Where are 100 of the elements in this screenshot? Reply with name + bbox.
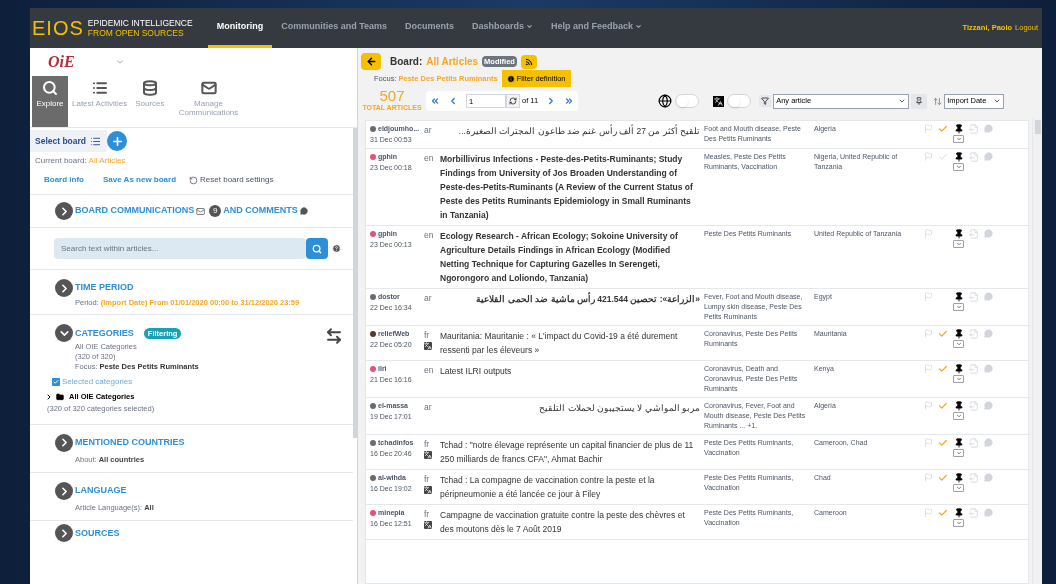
section-title[interactable]: TIME PERIOD [75,281,134,295]
comment-icon[interactable] [984,438,993,447]
back-button[interactable] [361,53,381,70]
export-icon[interactable] [969,124,979,134]
export-icon[interactable] [969,438,979,448]
translate-icon[interactable] [424,521,432,529]
add-button[interactable] [107,131,128,151]
article-title[interactable]: Campagne de vaccination gratuite contre la peste des chèvres et des moutons dès le 7 Août 2019 [440,508,700,536]
pin-filter-button[interactable] [911,93,928,109]
comment-icon[interactable] [984,473,993,482]
search-icon[interactable] [306,238,328,259]
flag-icon[interactable] [924,229,933,238]
check-icon[interactable] [938,438,948,448]
article-title[interactable]: Ecology Research - African Ecology; Sokoine University of Agriculture Details Findings in African Ecology (Modified Netting Technique for Capturing Gazelles In Serengeti, Ngorongoro and Loliondo, Tanzania) [440,229,700,285]
check-icon[interactable] [938,152,948,162]
section-title[interactable]: BOARD COMMUNICATIONS [75,204,195,218]
section-title[interactable]: SOURCES [75,526,120,540]
article-title[interactable]: Tchad : La compagne de vaccination contre la peste et la péripneumonie a été lancée ce jour à Filey [440,473,700,501]
caret-icon[interactable] [114,57,125,67]
comment-icon[interactable] [984,229,993,238]
flag-icon[interactable] [924,438,933,447]
expand-toggle-icon[interactable] [55,324,73,343]
flag-icon[interactable] [924,152,933,161]
pin-icon[interactable] [953,124,964,134]
export-icon[interactable] [969,152,979,162]
flag-icon[interactable] [924,473,933,482]
pin-icon[interactable] [953,329,964,339]
check-icon[interactable] [938,508,948,518]
rss-button[interactable] [520,54,537,69]
tree-expander-icon[interactable] [45,392,53,401]
translate-icon[interactable] [424,342,432,350]
pin-icon[interactable] [953,508,964,518]
comment-icon[interactable] [984,401,993,410]
nav-tab[interactable]: Explore [32,76,68,127]
refresh-button[interactable] [506,94,520,108]
comment-icon[interactable] [984,152,993,161]
expand-toggle-icon[interactable] [55,524,73,543]
pin-icon[interactable] [953,229,964,239]
search-field[interactable]: Search text within articles... [54,238,306,259]
expand-toggle-icon[interactable] [55,482,73,500]
section-title[interactable]: LANGUAGE [75,484,127,498]
comment-icon[interactable] [984,508,993,517]
check-icon[interactable] [938,473,948,483]
translate-icon[interactable] [424,486,432,494]
comment-icon[interactable] [984,329,993,338]
export-icon[interactable] [969,401,979,411]
sort-icon[interactable] [933,96,943,106]
pin-icon[interactable] [953,152,964,162]
scrollbar[interactable] [1032,118,1042,584]
flag-icon[interactable] [924,401,933,410]
flag-icon[interactable] [924,124,933,133]
pin-icon[interactable] [953,401,964,411]
toggle-switch[interactable] [727,94,752,108]
check-icon[interactable] [938,364,948,374]
nav-link[interactable]: Dashboards [463,8,543,48]
expand-toggle-icon[interactable] [55,202,73,220]
select-board-button[interactable]: Select board [30,130,108,152]
previous-page-button[interactable] [448,96,458,106]
article-title[interactable]: Morbillivirus Infections - Peste-des-Petits-Ruminants; Study Findings from University of Jos Broaden Understanding of Peste-des-Petits-Ruminants (A Review of the Current Status of Peste des Petits Ruminants Epidemiology in Small Ruminants in Tanzania) [440,152,700,222]
nav-link[interactable]: Documents [396,8,464,48]
check-icon[interactable] [938,401,948,411]
comment-icon[interactable] [984,292,993,301]
scrollbar[interactable] [353,128,357,438]
flag-icon[interactable] [924,329,933,338]
article-title[interactable]: Mauritania: Mauritanie : « L'impact du Covid-19 a été durement ressenti par les éleveurs » [440,329,700,357]
export-icon[interactable] [969,292,979,302]
flag-icon[interactable] [924,364,933,373]
article-title[interactable]: Latest ILRI outputs [440,364,700,378]
last-page-button[interactable] [564,96,575,106]
first-page-button[interactable] [430,96,440,106]
export-icon[interactable] [969,473,979,483]
translate-icon[interactable] [424,451,432,459]
check-icon[interactable] [938,124,948,134]
export-icon[interactable] [969,329,979,339]
board-link[interactable]: Save As new board [103,174,177,186]
flag-icon[interactable] [924,292,933,301]
article-title[interactable]: مربو المواشي لا يستجيبون لحملات التلقيح [440,401,700,415]
article-title[interactable]: تلقيح أكثر من 27 ألف رأس غنم ضد طاعون المجترات الصغيرة... [440,124,700,138]
nav-link[interactable]: Help and Feedback [542,8,652,48]
help-icon[interactable] [332,244,341,253]
filter-button[interactable] [759,95,772,107]
comment-icon[interactable] [984,124,993,133]
pin-icon[interactable] [953,292,964,302]
pin-icon[interactable] [953,364,964,374]
expand-toggle-icon[interactable] [55,433,73,452]
comment-icon[interactable] [984,364,993,373]
article-title[interactable]: Tchad : "notre élevage représente un capital financier de plus de 11 250 milliards de francs CFA", Ahmat Bachir [440,438,700,466]
toggle-switch[interactable] [675,94,700,108]
export-icon[interactable] [969,229,979,239]
section-title[interactable]: MENTIONED COUNTRIES [75,436,185,450]
pin-icon[interactable] [953,438,964,448]
nav-link[interactable]: Communities and Teams [272,8,396,48]
flag-icon[interactable] [924,508,933,517]
swap-icon[interactable] [325,327,343,346]
checkbox[interactable] [52,378,60,387]
article-title[interactable]: «الزراعة»: تحصين 421.544 رأس ماشية ضد الحمى القلاعية [440,292,700,306]
export-icon[interactable] [969,364,979,374]
board-link[interactable]: Board info [44,174,84,186]
check-icon[interactable] [938,329,948,339]
export-icon[interactable] [969,508,979,518]
